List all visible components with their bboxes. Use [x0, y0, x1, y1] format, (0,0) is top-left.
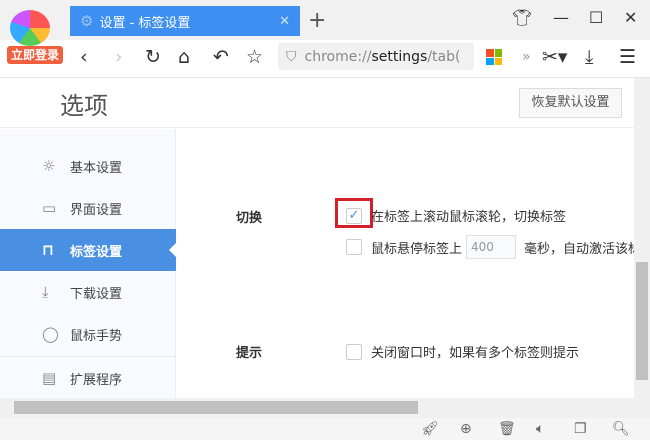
more-button[interactable]: »	[522, 49, 531, 65]
forward-button[interactable]: ›	[115, 46, 123, 68]
window-icon: ▭	[42, 199, 57, 217]
sidebar-item-tabs[interactable]: ⊓ 标签设置	[0, 229, 176, 271]
mouse-icon: ◯	[42, 325, 59, 343]
speed-icon[interactable]: ⊕	[460, 421, 472, 437]
extension-icon: ▤	[42, 369, 57, 387]
download-icon[interactable]: ⤓	[585, 46, 593, 68]
download-icon: ⤓	[42, 283, 49, 301]
sidebar-item-extensions[interactable]: ▤ 扩展程序	[0, 357, 176, 399]
scroll-switch-checkbox[interactable]: ✓	[346, 207, 362, 224]
window-mode-icon[interactable]: ❐	[574, 421, 587, 437]
scissors-icon[interactable]: ✂▾	[542, 46, 567, 68]
hover-delay-input[interactable]: 400	[466, 235, 517, 259]
reload-button[interactable]: ↻	[145, 46, 161, 68]
option-close-warn[interactable]: 关闭窗口时，如果有多个标签则提示	[346, 342, 579, 361]
close-window-button[interactable]: ✕	[624, 8, 637, 27]
minimize-button[interactable]: —	[553, 8, 569, 27]
zoom-search-icon[interactable]: 🔍︎	[612, 421, 630, 437]
tab-settings[interactable]: ⚙ 设置 - 标签设置 ✕	[70, 6, 300, 36]
menu-icon[interactable]: ☰	[619, 46, 636, 68]
sun-icon: ☼	[42, 157, 56, 175]
home-button[interactable]: ⌂	[178, 46, 190, 68]
sidebar-item-basic[interactable]: ☼ 基本设置	[0, 145, 176, 187]
status-bar	[0, 418, 650, 440]
section-title-hint: 提示	[236, 346, 263, 361]
login-button[interactable]: 立即登录	[7, 46, 63, 64]
sound-icon[interactable]: 🔈︎	[536, 421, 544, 437]
browser-logo[interactable]	[10, 10, 50, 46]
rocket-icon[interactable]: 🚀︎	[421, 421, 439, 437]
option-hover-activate[interactable]: 鼠标悬停标签上 400 毫秒，自动激活该标签	[346, 235, 650, 259]
trash-icon[interactable]: 🗑︎	[498, 421, 516, 437]
reset-defaults-button[interactable]: 恢复默认设置	[519, 88, 622, 118]
undo-close-button[interactable]: ↶	[213, 46, 229, 68]
address-bar[interactable]: ⛉ chrome://settings/tab(	[278, 43, 474, 70]
sidebar-item-download[interactable]: ⤓ 下载设置	[0, 271, 176, 313]
tab-title: 设置 - 标签设置	[99, 15, 191, 31]
maximize-button[interactable]: ☐	[589, 8, 603, 27]
tab-close-icon[interactable]: ✕	[279, 14, 290, 29]
back-button[interactable]: ‹	[80, 46, 88, 68]
skin-icon[interactable]: 👕︎	[512, 8, 532, 27]
gear-icon: ⚙	[80, 12, 94, 30]
close-warn-checkbox[interactable]	[346, 343, 362, 360]
sidebar-item-interface[interactable]: ▭ 界面设置	[0, 187, 176, 229]
sidebar: ☼ 基本设置 ▭ 界面设置 ⊓ 标签设置 ⤓ 下载设置 ◯ 鼠标手势 ▤ 扩展程序	[0, 129, 176, 398]
section-title-switch: 切换	[236, 211, 263, 226]
apps-icon[interactable]	[486, 49, 502, 65]
sidebar-item-mouse-gesture[interactable]: ◯ 鼠标手势	[0, 313, 176, 355]
page-title: 选项	[60, 92, 108, 120]
horizontal-scroll-thumb[interactable]	[14, 401, 418, 414]
shield-icon: ⛉	[286, 48, 297, 65]
option-scroll-switch[interactable]: ✓ 在标签上滚动鼠标滚轮，切换标签	[346, 206, 566, 225]
vertical-scroll-thumb[interactable]	[636, 262, 648, 380]
sidebar-divider	[0, 356, 176, 357]
new-tab-button[interactable]: +	[308, 8, 326, 33]
hover-activate-checkbox[interactable]	[346, 239, 362, 255]
tab-icon: ⊓	[42, 241, 54, 259]
bookmark-star-icon[interactable]: ☆	[246, 46, 263, 68]
